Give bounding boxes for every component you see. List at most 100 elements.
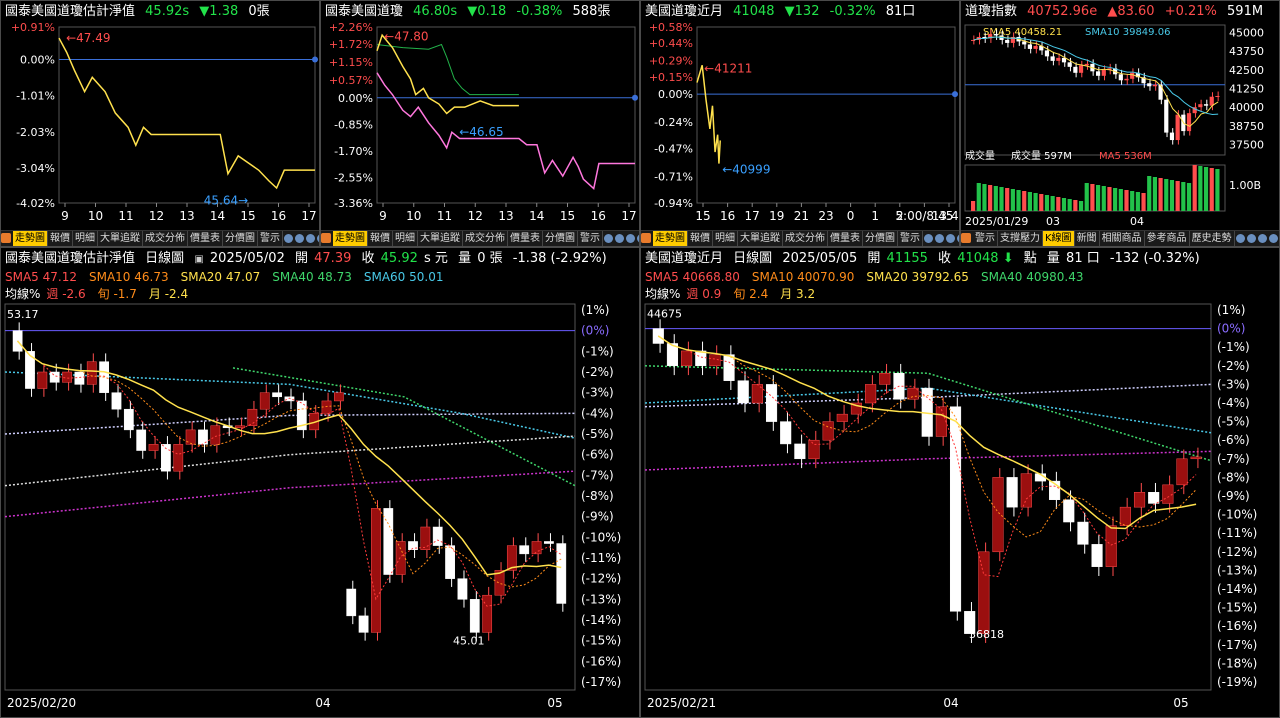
- candle: [1033, 45, 1038, 49]
- nav-circle-icon[interactable]: [957, 233, 959, 243]
- tick-label: 14: [529, 209, 544, 223]
- candle: [1164, 99, 1169, 133]
- toolbar-tab[interactable]: 相關商品: [1100, 231, 1145, 246]
- toolbar-tab[interactable]: 成交分佈: [463, 231, 508, 246]
- toolbar-tab[interactable]: 支撐壓力: [998, 231, 1043, 246]
- toolbar-tab[interactable]: 走勢圖: [653, 231, 688, 246]
- chart-type[interactable]: 日線圖: [733, 251, 772, 266]
- nav-circle-icon[interactable]: [284, 233, 293, 243]
- candle: [1101, 69, 1106, 76]
- alert-bell-icon[interactable]: [1, 233, 11, 243]
- nav-circle-icon[interactable]: [637, 233, 639, 243]
- nav-circle-icon[interactable]: [295, 233, 304, 243]
- y-tick-label: (-1%): [1217, 340, 1250, 354]
- toolbar-tab[interactable]: 明細: [713, 231, 738, 246]
- nav-circle-icon[interactable]: [1257, 233, 1267, 243]
- toolbar-tab[interactable]: 走勢圖: [333, 231, 368, 246]
- tick-label: 9: [61, 209, 69, 223]
- volume-bar: [976, 183, 981, 211]
- tick-label: +2.26%: [329, 23, 373, 34]
- toolbar-tab[interactable]: 警示: [578, 231, 603, 246]
- pane-header: 美國道瓊近月 日線圖 2025/05/05 開 41155 收 41048 ⬇ …: [641, 248, 1279, 270]
- nav-circle-icon[interactable]: [935, 233, 944, 243]
- toolbar-tab[interactable]: 大單追蹤: [738, 231, 783, 246]
- alert-bell-icon[interactable]: [321, 233, 331, 243]
- toolbar-tab[interactable]: 分價圖: [863, 231, 898, 246]
- volume-bar: [993, 186, 998, 211]
- tick-label: 42500: [1229, 64, 1264, 77]
- change: ▼132: [784, 4, 820, 19]
- toolbar-tab[interactable]: 成交分佈: [143, 231, 188, 246]
- volume-bar: [1209, 168, 1214, 211]
- candle: [482, 594, 493, 633]
- toolbar-tab[interactable]: 報價: [368, 231, 393, 246]
- pane-nav-intraday[interactable]: 國泰美國道瓊估計淨值 45.92s ▼1.38 0張 +0.91% 0.00% -1…: [0, 0, 320, 247]
- nav-circle-icon[interactable]: [946, 233, 955, 243]
- toolbar-tab[interactable]: 警示: [898, 231, 923, 246]
- toolbar-tab[interactable]: 明細: [73, 231, 98, 246]
- candle: [272, 392, 282, 398]
- nav-circle-icon[interactable]: [1246, 233, 1256, 243]
- toolbar-tab[interactable]: 分價圖: [223, 231, 258, 246]
- nav-circle-icon[interactable]: [626, 233, 635, 243]
- daily-kline-chart[interactable]: (1%) (0%) (-1%) (-2%) (-3%) (-4%) (-5%) (-6%) (-…: [641, 298, 1280, 718]
- tick-label: 13: [498, 209, 513, 223]
- toolbar-tab[interactable]: 歷史走勢: [1190, 231, 1235, 246]
- dji-kline-chart[interactable]: SMA5 40458.21 SMA10 39849.06 45000 43750 425…: [961, 23, 1280, 233]
- close-unit: s 元: [424, 251, 448, 266]
- intraday-chart[interactable]: +0.58% +0.44% +0.29% +0.15% 0.00% -0.24% -0.47…: [641, 23, 960, 233]
- toolbar-tab[interactable]: 報價: [688, 231, 713, 246]
- chart-type[interactable]: 日線圖: [145, 251, 184, 266]
- volume-bar: [1016, 190, 1021, 211]
- volume-frame: [964, 164, 1226, 212]
- toolbar-tab[interactable]: 新聞: [1075, 231, 1100, 246]
- toolbar-tab[interactable]: 成交分佈: [783, 231, 828, 246]
- nav-circle-icon[interactable]: [317, 233, 319, 243]
- candle: [935, 406, 947, 437]
- nav-circle-icon[interactable]: [1268, 233, 1278, 243]
- intraday-chart[interactable]: +0.91% 0.00% -1.01% -2.03% -3.04% -4.02% 9 10 11…: [1, 23, 320, 233]
- toolbar-tab[interactable]: 報價: [48, 231, 73, 246]
- toolbar-tab[interactable]: 價量表: [508, 231, 543, 246]
- change-pct: -0.32%: [829, 4, 876, 19]
- pane-futures-daily[interactable]: 美國道瓊近月 日線圖 2025/05/05 開 41155 收 41048 ⬇ …: [640, 247, 1280, 718]
- pane-futures-intraday[interactable]: 美國道瓊近月 41048 ▼132 -0.32% 81口 +0.58% +0.44…: [640, 0, 960, 247]
- daily-kline-chart[interactable]: (1%) (0%) (-1%) (-2%) (-3%) (-4%) (-5%) (-6%) (-…: [1, 298, 640, 718]
- nav-circle-icon[interactable]: [604, 233, 613, 243]
- candle: [794, 443, 806, 460]
- alert-bell-icon[interactable]: [641, 233, 651, 243]
- toolbar-tab[interactable]: 價量表: [828, 231, 863, 246]
- pane-nav-daily[interactable]: 國泰美國道瓊估計淨值 日線圖 ▣ 2025/05/02 開 47.39 收 45…: [0, 247, 640, 718]
- toolbar-tab[interactable]: 明細: [393, 231, 418, 246]
- y-tick-label: (-17%): [1217, 638, 1257, 652]
- ref-dot-icon: [632, 94, 638, 101]
- tick-label: +0.44%: [649, 37, 693, 50]
- toolbar-tab[interactable]: 參考商品: [1145, 231, 1190, 246]
- toolbar-tab[interactable]: 大單追蹤: [98, 231, 143, 246]
- toolbar-tab[interactable]: 價量表: [188, 231, 223, 246]
- nav-circle-icon[interactable]: [306, 233, 315, 243]
- pane-etf-intraday[interactable]: 國泰美國道瓊 46.80s ▼0.18 -0.38% 588張 +2.26% +1…: [320, 0, 640, 247]
- intraday-chart[interactable]: +2.26% +1.72% +1.15% +0.57% 0.00% -0.85% -1.70…: [321, 23, 640, 233]
- calendar-icon[interactable]: ▣: [194, 254, 203, 265]
- pane-dji-index[interactable]: 道瓊指數 40752.96e ▲83.60 +0.21% 591M SMA5 4…: [960, 0, 1280, 247]
- volume-bar: [1039, 194, 1044, 211]
- candle: [37, 371, 48, 389]
- nav-circle-icon[interactable]: [1235, 233, 1245, 243]
- volume-bar: [1198, 166, 1203, 211]
- tick-label: 43750: [1229, 45, 1264, 58]
- alert-bell-icon[interactable]: [961, 233, 971, 243]
- toolbar-tab[interactable]: 走勢圖: [13, 231, 48, 246]
- sma20-line: [17, 340, 562, 576]
- candle: [993, 33, 998, 36]
- toolbar-tab[interactable]: K線圖: [1043, 231, 1075, 246]
- toolbar-tab[interactable]: 警示: [258, 231, 283, 246]
- nav-circle-icon[interactable]: [615, 233, 624, 243]
- toolbar-tab[interactable]: 警示: [973, 231, 998, 246]
- symbol-name: 美國道瓊近月: [645, 4, 724, 19]
- nav-circle-icon[interactable]: [924, 233, 933, 243]
- y-tick-label: (-9%): [581, 510, 614, 524]
- toolbar-tab[interactable]: 分價圖: [543, 231, 578, 246]
- ref-dot-icon: [952, 91, 958, 98]
- toolbar-tab[interactable]: 大單追蹤: [418, 231, 463, 246]
